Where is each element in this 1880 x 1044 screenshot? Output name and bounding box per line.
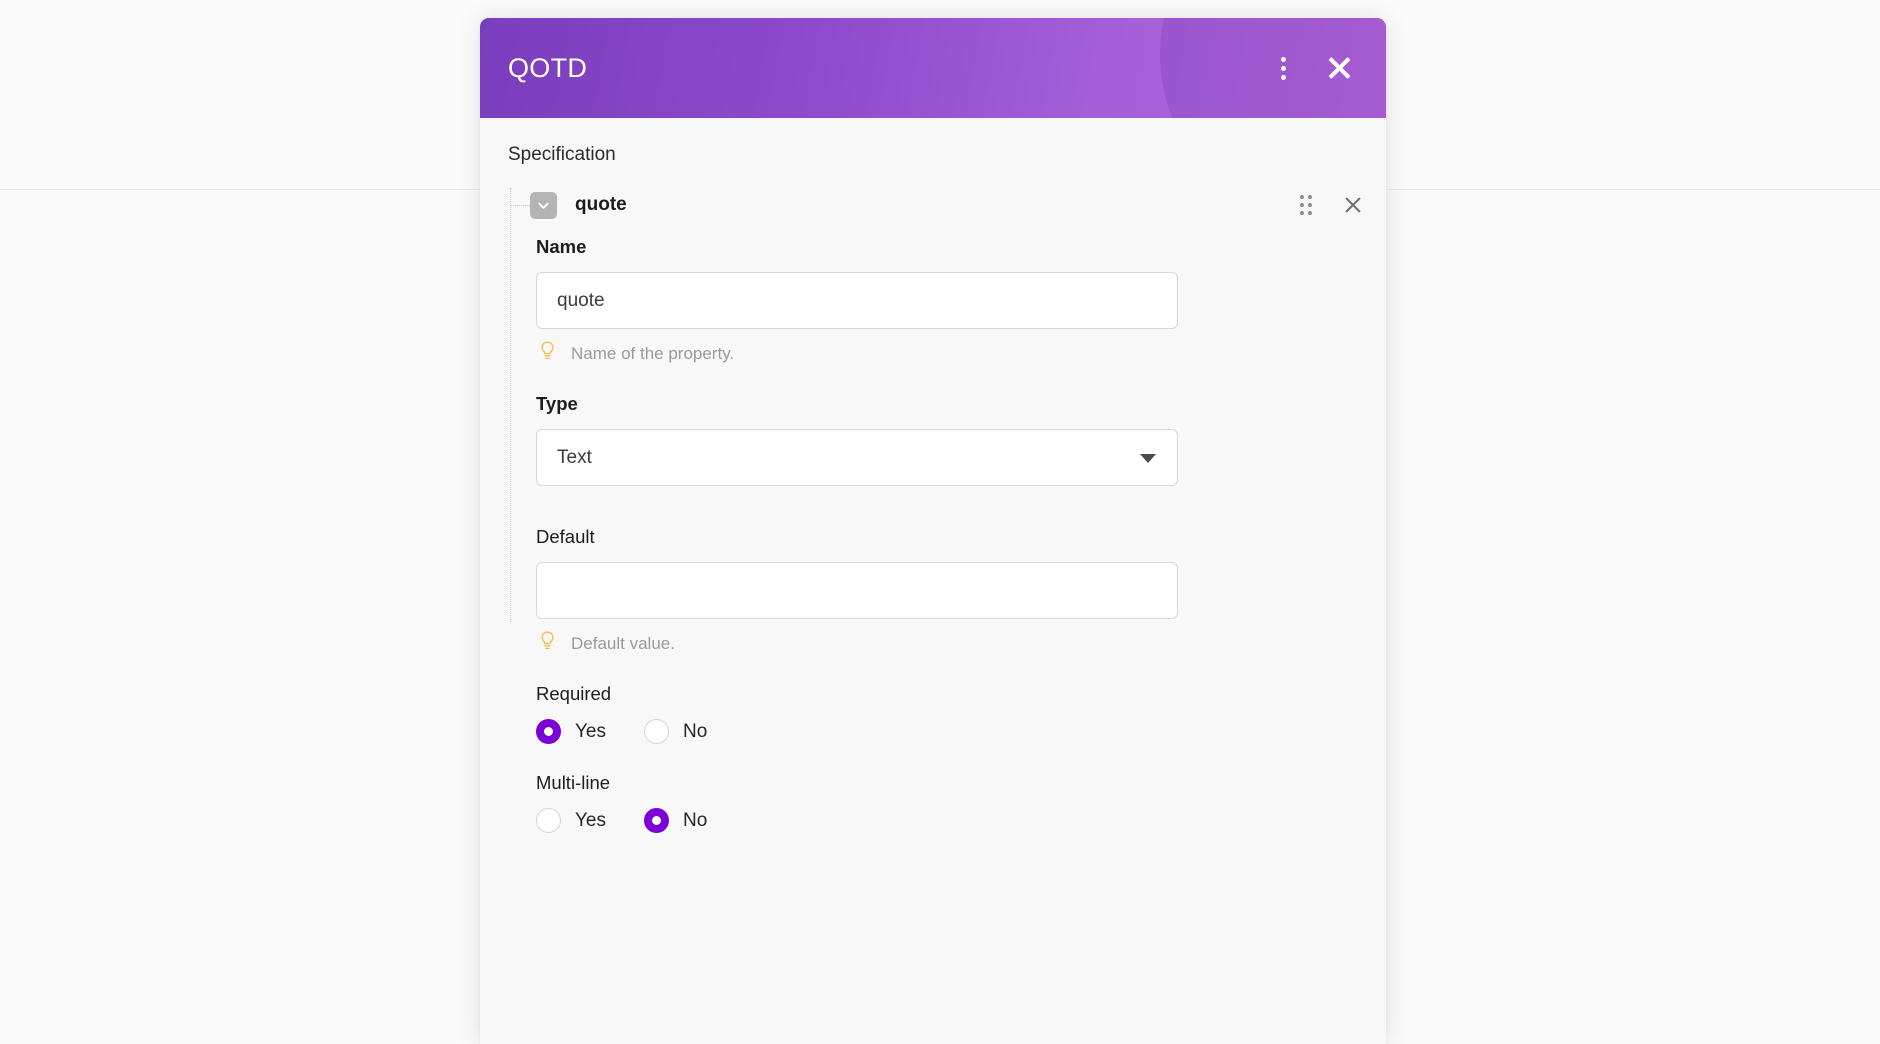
drag-dot [1308,203,1312,207]
chevron-down-icon[interactable] [530,191,557,219]
remove-node-icon[interactable] [1342,194,1364,216]
drag-dot [1300,195,1304,199]
close-icon[interactable] [1316,45,1362,91]
tree-vertical-connector [510,188,511,622]
dialog-body: Specification quote Name quote Name of t… [480,118,1386,1044]
qotd-dialog: QOTD Specification quote Name quote Name… [480,18,1386,1044]
type-select[interactable]: Text [536,429,1178,486]
multiline-radio-yes[interactable]: Yes [536,808,606,833]
drag-handle-icon[interactable] [1300,195,1318,215]
tree-node-label: quote [575,194,627,215]
default-hint: Default value. [536,630,1364,657]
radio-mark [644,808,669,833]
multiline-radio-yes-label: Yes [575,809,606,831]
radio-mark [644,719,669,744]
field-default: Default Default value. [536,526,1364,657]
tree-node-tools [1300,194,1386,216]
drag-dot [1308,195,1312,199]
type-select-value: Text [557,446,592,468]
drag-dot [1300,211,1304,215]
multiline-radio-no-label: No [683,809,708,831]
multiline-label: Multi-line [536,772,611,793]
dialog-title: QOTD [508,52,588,83]
name-input[interactable] [536,272,1178,329]
field-type: Type Text [536,393,1364,492]
type-select-wrapper: Text [536,429,1178,486]
name-label: Name [536,236,587,257]
tree-node-quote[interactable]: quote [508,188,1386,222]
default-input[interactable] [536,562,1178,619]
multiline-radio-group: Yes No [536,808,1364,833]
default-label: Default [536,526,595,547]
name-hint-text: Name of the property. [571,343,735,363]
required-label: Required [536,683,612,704]
required-radio-group: Yes No [536,719,1364,744]
radio-mark [536,808,561,833]
radio-mark [536,719,561,744]
required-radio-yes-label: Yes [575,720,606,742]
specification-label: Specification [508,144,616,165]
required-radio-no[interactable]: No [644,719,707,744]
kebab-dot [1280,74,1286,80]
lightbulb-icon [538,340,557,367]
header-actions [1262,45,1362,91]
specification-tree: quote [480,188,1386,622]
tree-horizontal-connector [510,205,532,206]
type-label: Type [536,393,578,414]
property-form: Name Name of the property. Type [480,222,1386,833]
kebab-dot [1280,65,1286,71]
default-hint-text: Default value. [571,633,675,653]
name-hint: Name of the property. [536,340,1364,367]
dialog-header: QOTD [480,18,1386,118]
kebab-dot [1280,56,1286,62]
drag-dot [1300,203,1304,207]
required-radio-yes[interactable]: Yes [536,719,606,744]
field-multiline: Multi-line Yes No [536,772,1364,833]
drag-dot [1308,211,1312,215]
field-name: Name Name of the property. [536,236,1364,367]
multiline-radio-no[interactable]: No [644,808,707,833]
kebab-menu-icon[interactable] [1262,47,1304,89]
required-radio-no-label: No [683,720,708,742]
lightbulb-icon [538,630,557,657]
field-required: Required Yes No [536,683,1364,744]
